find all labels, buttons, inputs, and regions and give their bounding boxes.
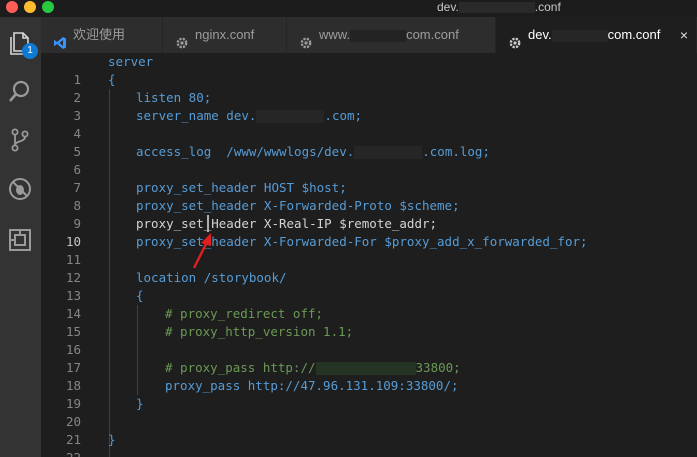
code-text: server_name dev. .com; bbox=[136, 107, 362, 125]
redacted-region bbox=[551, 29, 608, 42]
code-line: 14 { bbox=[41, 287, 697, 321]
code-text-part: .com; bbox=[324, 108, 363, 123]
tab-welcome-label: 欢迎使用 bbox=[73, 27, 126, 42]
extensions-icon[interactable] bbox=[6, 226, 34, 254]
tab-nginx-label: nginx.conf bbox=[195, 27, 255, 42]
tab-www-label-prefix: www. bbox=[319, 27, 351, 42]
tab-welcome[interactable]: 欢迎使用 bbox=[41, 17, 163, 53]
code-text-part: # proxy_pass http:// bbox=[165, 360, 316, 375]
code-text: { bbox=[108, 72, 116, 87]
code-text: proxy_set_header HOST $host; bbox=[136, 180, 347, 195]
code-line: 22 } bbox=[41, 431, 697, 457]
code-line: 9 proxy_set_header X-Forwarded-Proto $sc… bbox=[41, 197, 697, 231]
code-editor[interactable]: 1 server 2 { 3 listen 80; 4 server_name … bbox=[41, 53, 697, 457]
code-line: 8 proxy_set_header HOST $host; bbox=[41, 179, 697, 213]
code-text: } bbox=[136, 396, 144, 411]
code-text-part: server_name dev. bbox=[136, 108, 257, 123]
code-line-current: 10 proxy_set_Header X-Real-IP $remote_ad… bbox=[41, 215, 697, 249]
tab-dev-label: dev. com.conf bbox=[528, 17, 660, 53]
code-line: 12 bbox=[41, 251, 697, 285]
code-text: access_log /www/wwwlogs/dev. .com.log; bbox=[136, 143, 490, 161]
tab-www-label: www. com.conf bbox=[319, 17, 459, 53]
minimize-window-button[interactable] bbox=[24, 1, 36, 13]
close-tab-icon[interactable]: × bbox=[680, 17, 688, 53]
code-text: { bbox=[136, 288, 144, 303]
tab-dev-conf[interactable]: dev. com.conf × bbox=[496, 17, 697, 53]
window-title-suffix: .conf bbox=[534, 0, 561, 14]
source-control-icon[interactable] bbox=[6, 126, 34, 154]
code-comment: # proxy_pass http:// 33800; bbox=[165, 359, 461, 377]
explorer-badge: 1 bbox=[22, 43, 38, 59]
gear-icon bbox=[175, 28, 189, 49]
close-window-button[interactable] bbox=[6, 1, 18, 13]
text-cursor bbox=[207, 215, 209, 232]
redacted-region bbox=[315, 362, 416, 375]
window-title: dev. .conf bbox=[437, 0, 561, 14]
code-text: proxy_pass http://47.96.131.109:33800/; bbox=[165, 378, 459, 393]
code-text: proxy_set_header X-Forwarded-Proto $sche… bbox=[136, 198, 460, 213]
code-text: proxy_set_Header X-Real-IP $remote_addr; bbox=[136, 216, 438, 231]
code-line: 20 } bbox=[41, 395, 697, 429]
redacted-region bbox=[354, 146, 423, 159]
code-comment: # proxy_redirect off; bbox=[165, 306, 324, 321]
code-line: 13 location /storybook/ bbox=[41, 269, 697, 303]
code-line: 19 proxy_pass http://47.96.131.109:33800… bbox=[41, 377, 697, 411]
code-text-part: access_log /www/wwwlogs/dev. bbox=[136, 144, 355, 159]
redacted-region bbox=[256, 110, 325, 123]
code-line: 4 server_name dev. .com; bbox=[41, 107, 697, 141]
window-title-prefix: dev. bbox=[437, 0, 459, 14]
code-text-part: 33800; bbox=[415, 360, 461, 375]
tab-dev-label-suffix: com.conf bbox=[607, 27, 661, 42]
line-number: 22 bbox=[41, 449, 81, 457]
vscode-logo-icon bbox=[53, 28, 67, 49]
maximize-window-button[interactable] bbox=[42, 1, 54, 13]
code-line: 3 listen 80; bbox=[41, 89, 697, 123]
code-comment: # proxy_http_version 1.1; bbox=[165, 324, 354, 339]
code-text: listen 80; bbox=[136, 90, 212, 105]
code-text: } bbox=[108, 432, 116, 447]
code-line: 7 bbox=[41, 161, 697, 195]
code-line: 5 bbox=[41, 125, 697, 159]
redacted-region bbox=[350, 29, 407, 42]
tab-dev-label-prefix: dev. bbox=[528, 27, 552, 42]
code-text: proxy_set_header X-Forwarded-For $proxy_… bbox=[136, 234, 588, 249]
tab-www-label-suffix: com.conf bbox=[406, 27, 459, 42]
code-line: 17 bbox=[41, 341, 697, 375]
tab-www-conf[interactable]: www. com.conf bbox=[287, 17, 496, 53]
code-text: server bbox=[108, 54, 154, 69]
gear-icon bbox=[508, 28, 522, 49]
editor-tab-bar: 欢迎使用 nginx.conf www. com.conf dev. com.con… bbox=[41, 17, 697, 53]
tab-nginx-conf[interactable]: nginx.conf bbox=[163, 17, 287, 53]
title-bar: dev. .conf bbox=[0, 0, 697, 17]
code-line: 2 { bbox=[41, 71, 697, 105]
code-text: location /storybook/ bbox=[136, 270, 287, 285]
code-line: 16 # proxy_http_version 1.1; bbox=[41, 323, 697, 357]
gear-icon bbox=[299, 28, 313, 49]
code-line: 6 access_log /www/wwwlogs/dev. .com.log; bbox=[41, 143, 697, 177]
activity-bar: 1 bbox=[0, 17, 41, 457]
search-icon[interactable] bbox=[6, 78, 34, 106]
code-line: 15 # proxy_redirect off; bbox=[41, 305, 697, 339]
code-line: 11 proxy_set_header X-Forwarded-For $pro… bbox=[41, 233, 697, 267]
code-line: 1 server bbox=[41, 53, 697, 87]
vscode-window: dev. .conf 1 欢迎使用 nginx.conf www. com.co… bbox=[0, 0, 697, 457]
debug-icon[interactable] bbox=[6, 175, 34, 203]
code-line: 18 # proxy_pass http://33800; bbox=[41, 359, 697, 393]
code-text-part: .com.log; bbox=[422, 144, 490, 159]
redacted-region bbox=[458, 2, 535, 14]
code-line: 21 bbox=[41, 413, 697, 447]
